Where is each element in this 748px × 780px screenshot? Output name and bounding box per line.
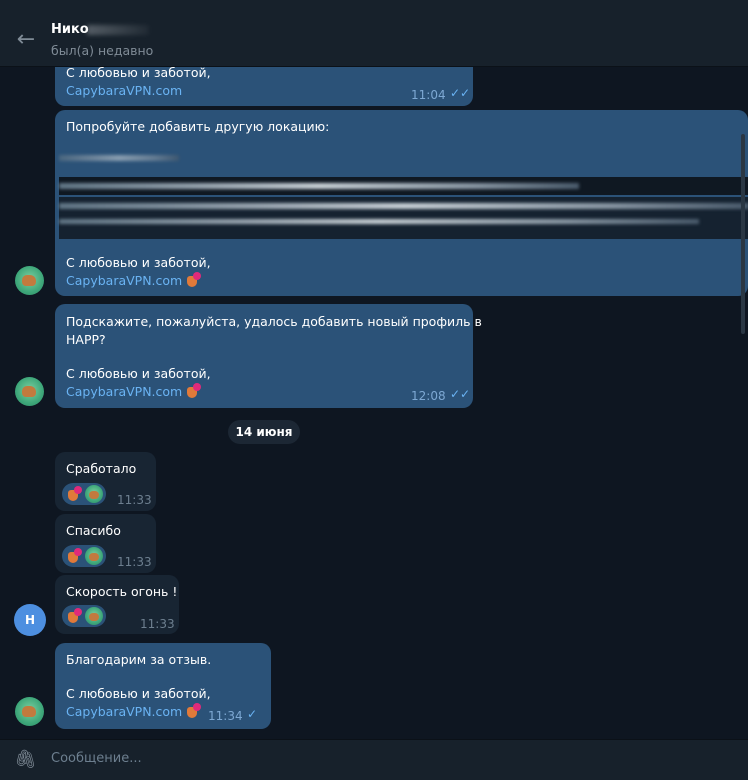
scrollbar[interactable]	[741, 134, 745, 334]
message-link-row: CapybaraVPN.com	[66, 272, 202, 290]
message-time: 11:34	[208, 709, 243, 723]
message-time: 11:33	[117, 493, 152, 507]
message-text: С любовью и заботой,	[66, 686, 211, 701]
redacted-line	[59, 219, 699, 224]
message-bubble[interactable]: Спасибо 11:33	[55, 514, 156, 573]
date-separator: 14 июня	[228, 420, 300, 444]
message-list[interactable]: С любовью и заботой, CapybaraVPN.com 11:…	[0, 67, 748, 739]
message-input[interactable]: Сообщение...	[51, 751, 142, 766]
reactor-avatar	[85, 485, 103, 503]
reactor-avatar	[85, 547, 103, 565]
message-bubble[interactable]: Благодарим за отзыв. С любовью и заботой…	[55, 643, 271, 729]
double-check-icon: ✓✓	[450, 86, 471, 100]
check-icon: ✓	[247, 707, 258, 721]
user-avatar[interactable]: Н	[14, 604, 46, 636]
contact-status: был(а) недавно	[51, 43, 154, 58]
message-text: С любовью и заботой,	[66, 67, 211, 80]
name-redaction	[87, 25, 149, 35]
message-text: С любовью и заботой,	[66, 366, 211, 381]
message-time: 11:33	[117, 555, 152, 569]
message-time: 11:04	[411, 88, 446, 102]
capybara-emoji-icon	[185, 703, 202, 719]
message-text: Благодарим за отзыв.	[66, 652, 212, 667]
message-link[interactable]: CapybaraVPN.com	[66, 82, 182, 100]
chat-header: ← Нико был(а) недавно	[0, 0, 748, 67]
capybara-icon	[22, 706, 36, 717]
message-text: Попробуйте добавить другую локацию:	[66, 119, 330, 134]
message-time: 12:08	[411, 389, 446, 403]
reactions[interactable]	[62, 605, 106, 627]
paperclip-icon[interactable]: 🖇	[14, 750, 37, 770]
redacted-line	[59, 203, 748, 209]
message-composer: 🖇 Сообщение...	[0, 739, 748, 780]
message-link[interactable]: CapybaraVPN.com	[66, 704, 182, 719]
capybara-emoji-icon	[185, 383, 202, 399]
back-arrow-icon[interactable]: ←	[14, 28, 38, 52]
capybara-reaction-icon	[65, 607, 83, 625]
redacted-line	[59, 155, 179, 161]
redacted-content	[59, 137, 748, 249]
message-text: Сработало	[66, 461, 137, 476]
message-bubble[interactable]: С любовью и заботой, CapybaraVPN.com 11:…	[55, 67, 473, 106]
contact-name[interactable]: Нико	[51, 22, 89, 37]
message-text: Скорость огонь !	[66, 584, 178, 599]
message-text: С любовью и заботой,	[66, 255, 211, 270]
message-text: HAPP?	[66, 332, 106, 347]
message-link-row: CapybaraVPN.com	[66, 383, 202, 401]
message-bubble[interactable]: Подскажите, пожалуйста, удалось добавить…	[55, 304, 482, 408]
capybara-reaction-icon	[65, 485, 83, 503]
bot-avatar[interactable]	[15, 266, 44, 295]
reactor-avatar	[85, 607, 103, 625]
message-bubble[interactable]: Сработало 11:33	[55, 452, 156, 511]
capybara-emoji-icon	[185, 272, 202, 288]
message-bubble[interactable]: Скорость огонь ! 11:33	[55, 575, 179, 634]
reactions[interactable]	[62, 483, 106, 505]
bot-avatar[interactable]	[15, 377, 44, 406]
message-time: 11:33	[140, 617, 175, 631]
redacted-line	[59, 183, 579, 189]
message-link-row: CapybaraVPN.com	[66, 703, 202, 721]
message-bubble[interactable]: Попробуйте добавить другую локацию: С лю…	[55, 110, 748, 296]
capybara-icon	[22, 275, 36, 286]
message-text: Подскажите, пожалуйста, удалось добавить…	[66, 314, 482, 329]
message-text: Спасибо	[66, 523, 121, 538]
double-check-icon: ✓✓	[450, 387, 471, 401]
capybara-reaction-icon	[65, 547, 83, 565]
reactions[interactable]	[62, 545, 106, 567]
bot-avatar[interactable]	[15, 697, 44, 726]
message-link[interactable]: CapybaraVPN.com	[66, 273, 182, 288]
capybara-icon	[22, 386, 36, 397]
message-link[interactable]: CapybaraVPN.com	[66, 384, 182, 399]
